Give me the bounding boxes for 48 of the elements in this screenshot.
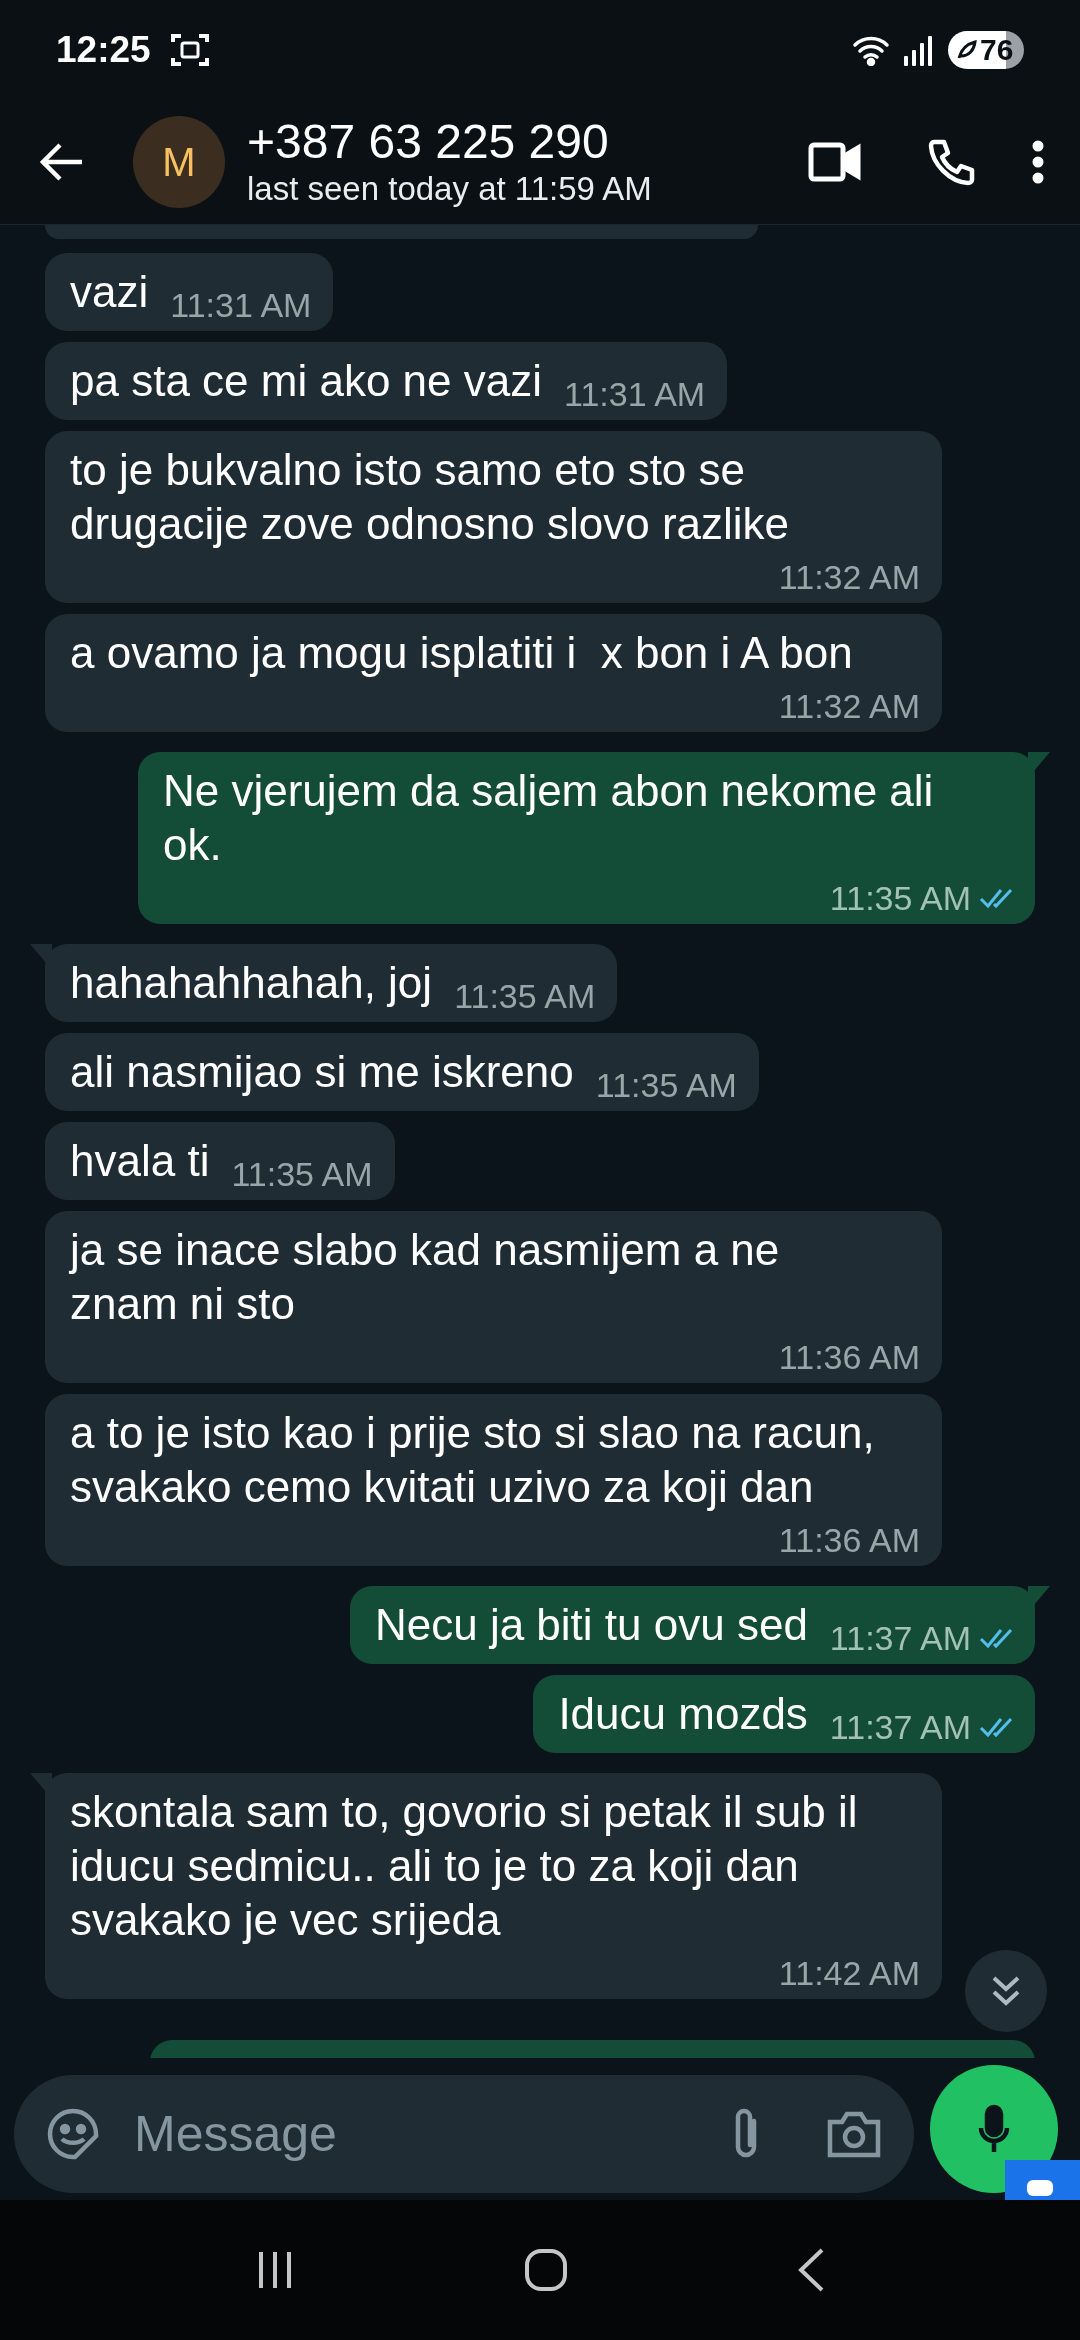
double-chevron-icon: [991, 1975, 1021, 2007]
message-text: skontala sam to, govorio si petak il sub il iducu sedmicu.. ali to je to za koji dan svakako je vec srijeda: [70, 1786, 859, 1946]
phone-icon[interactable]: [928, 138, 976, 186]
message-time: 11:36 AM: [778, 1520, 920, 1560]
back-icon[interactable]: [40, 142, 84, 182]
video-call-icon[interactable]: [808, 142, 862, 182]
message-time: 11:31 AM: [170, 285, 312, 325]
message-text: pa sta ce mi ako ne vazi: [70, 355, 542, 407]
back-nav-icon[interactable]: [797, 2248, 826, 2292]
contact-avatar[interactable]: M: [133, 116, 225, 208]
message-time: 11:35 AM: [595, 1065, 737, 1105]
microphone-icon: [978, 2104, 1010, 2154]
message-time: 11:35 AM: [454, 976, 596, 1016]
message-text: hvala ti: [70, 1135, 210, 1187]
message-composer[interactable]: Message: [14, 2075, 914, 2193]
message-time: 11:32 AM: [778, 686, 920, 726]
message-time: 11:35 AM: [231, 1154, 373, 1194]
message-time: 11:35 AM: [829, 878, 971, 918]
message-input-field[interactable]: Message: [134, 2096, 729, 2172]
message-time: 11:36 AM: [778, 1337, 920, 1377]
message-text: a to je isto kao i prije sto si slao na racun, svakako cemo kvitati uzivo za koji dan: [70, 1407, 876, 1513]
message-text: a ovamo ja mogu isplatiti i x bon i A bon: [70, 627, 853, 679]
status-time: 12:25: [56, 28, 151, 73]
message-time: 11:31 AM: [564, 374, 706, 414]
battery-level: 76: [980, 35, 1014, 65]
message-text: ja se inace slabo kad nasmijem a ne znam ni sto: [70, 1224, 781, 1330]
message-text: Ne vjerujem da saljem abon nekome ali ok.: [163, 765, 935, 871]
sticker-icon[interactable]: [47, 2108, 99, 2160]
camera-icon[interactable]: [827, 2110, 881, 2158]
message-text: Iducu mozds: [558, 1688, 808, 1740]
signal-icon: [904, 34, 934, 66]
home-icon[interactable]: [524, 2248, 568, 2292]
last-seen-text: last seen today at 11:59 AM: [247, 169, 652, 209]
message-text: hahahahhahah, joj: [70, 957, 433, 1009]
message-text: to je bukvalno isto samo eto sto se drugacije zove odnosno slovo razlike: [70, 444, 791, 550]
message-text: Necu ja biti tu ovu sed: [374, 1599, 808, 1651]
message-text: ali nasmijao si me iskreno: [70, 1046, 574, 1098]
leaf-icon: [956, 39, 978, 61]
message-text: vazi: [70, 266, 149, 318]
message-time: 11:37 AM: [829, 1707, 971, 1747]
message-time: 11:32 AM: [778, 557, 920, 597]
message-time: 11:42 AM: [778, 1953, 920, 1993]
more-options-icon[interactable]: [1032, 140, 1044, 184]
screenshot-icon: [170, 32, 209, 68]
chat-bubble-icon[interactable]: [1005, 2160, 1080, 2200]
message-time: 11:37 AM: [829, 1618, 971, 1658]
wifi-icon: [852, 34, 890, 66]
contact-name[interactable]: +387 63 225 290: [247, 115, 652, 169]
